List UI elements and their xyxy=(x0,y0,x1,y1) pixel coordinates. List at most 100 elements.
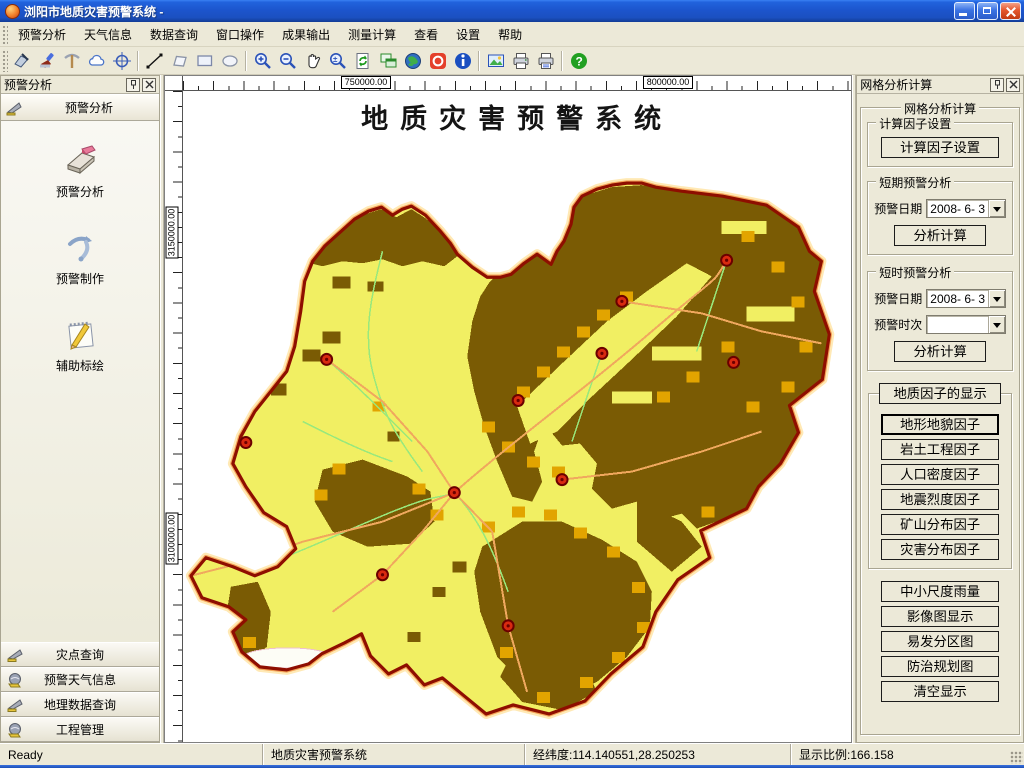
prevention-plan-map-button[interactable]: 防治规划图 xyxy=(881,656,999,677)
minimize-button[interactable] xyxy=(954,2,975,20)
short-time-group: 短时预警分析 预警日期 2008- 6- 3 预警时次 xyxy=(867,271,1013,371)
pick-icon[interactable] xyxy=(59,49,84,73)
status-system-name: 地质灾害预警系统 xyxy=(263,744,525,765)
brush-icon[interactable] xyxy=(34,49,59,73)
item-warning-analysis[interactable]: 预警分析 xyxy=(20,135,140,206)
group-warning-weather-info[interactable]: 预警天气信息 xyxy=(1,667,159,692)
meso-scale-rainfall-button[interactable]: 中小尺度雨量 xyxy=(881,581,999,602)
town-marker xyxy=(377,569,388,580)
menu-grip[interactable] xyxy=(1,24,8,44)
resize-grip[interactable] xyxy=(1010,751,1023,764)
map-edit-icon[interactable] xyxy=(9,49,34,73)
chevron-down-icon[interactable] xyxy=(988,316,1005,333)
menu-warning-analysis[interactable]: 预警分析 xyxy=(9,23,75,46)
chevron-down-icon[interactable] xyxy=(988,200,1005,217)
right-panel-pin-button[interactable] xyxy=(990,78,1004,92)
left-panel-group-header[interactable]: 预警分析 xyxy=(1,94,159,121)
population-density-factor-button[interactable]: 人口密度因子 xyxy=(881,464,999,485)
title-bar: 浏阳市地质灾害预警系统 - xyxy=(0,0,1024,22)
help-icon[interactable]: ? xyxy=(566,49,591,73)
image-map-display-button[interactable]: 影像图显示 xyxy=(881,606,999,627)
toolbar-grip[interactable] xyxy=(1,49,8,72)
mine-distribution-factor-button[interactable]: 矿山分布因子 xyxy=(881,514,999,535)
map-canvas[interactable]: 地质灾害预警系统 xyxy=(183,91,851,742)
short-time-session-combobox[interactable] xyxy=(926,315,1006,334)
menu-measure-calc[interactable]: 测量计算 xyxy=(339,23,405,46)
cloud-icon[interactable] xyxy=(84,49,109,73)
town-marker xyxy=(557,474,568,485)
right-panel-title: 网格分析计算 xyxy=(860,76,988,93)
windows-copy-icon[interactable] xyxy=(375,49,400,73)
grid-analysis-groupbox: 网格分析计算 计算因子设置 计算因子设置 短期预警分析 预警日期 2008- 6… xyxy=(860,107,1020,735)
polygon-tool-icon[interactable] xyxy=(167,49,192,73)
globe-icon[interactable] xyxy=(400,49,425,73)
print-preview-icon[interactable] xyxy=(533,49,558,73)
restore-button[interactable] xyxy=(977,2,998,20)
status-scale: 显示比例:166.158 xyxy=(791,744,1024,765)
svg-text:?: ? xyxy=(575,54,582,68)
item-label: 辅助标绘 xyxy=(56,357,104,374)
left-panel-close-button[interactable] xyxy=(142,78,156,92)
clear-display-button[interactable]: 清空显示 xyxy=(881,681,999,702)
menu-view[interactable]: 查看 xyxy=(405,23,447,46)
rectangle-tool-icon[interactable] xyxy=(192,49,217,73)
zoom-extent-icon[interactable]: ± xyxy=(325,49,350,73)
refresh-icon[interactable] xyxy=(350,49,375,73)
target-icon[interactable] xyxy=(109,49,134,73)
short-term-group: 短期预警分析 预警日期 2008- 6- 3 分析计算 xyxy=(867,181,1013,255)
group-geo-data-query[interactable]: 地理数据查询 xyxy=(1,692,159,717)
image-icon[interactable] xyxy=(483,49,508,73)
short-term-date-combobox[interactable]: 2008- 6- 3 xyxy=(926,199,1006,218)
zoom-out-icon[interactable] xyxy=(275,49,300,73)
item-label: 预警制作 xyxy=(56,270,104,287)
town-marker xyxy=(721,255,732,266)
warning-analysis-book-icon xyxy=(62,141,98,177)
print-icon[interactable] xyxy=(508,49,533,73)
short-term-date-label: 预警日期 xyxy=(874,200,926,217)
geological-map[interactable] xyxy=(183,91,851,742)
zoom-in-icon[interactable] xyxy=(250,49,275,73)
factor-setting-button[interactable]: 计算因子设置 xyxy=(881,137,999,158)
left-panel-header-label: 预警分析 xyxy=(24,99,154,116)
item-warning-produce[interactable]: 预警制作 xyxy=(20,222,140,293)
ruler-corner xyxy=(165,76,183,91)
info-icon[interactable] xyxy=(450,49,475,73)
short-term-analyze-button[interactable]: 分析计算 xyxy=(894,225,986,246)
menu-weather-info[interactable]: 天气信息 xyxy=(75,23,141,46)
susceptibility-zoning-button[interactable]: 易发分区图 xyxy=(881,631,999,652)
short-time-session-value xyxy=(927,316,988,333)
factor-setting-label: 计算因子设置 xyxy=(876,115,954,132)
pan-icon[interactable] xyxy=(300,49,325,73)
group-disaster-point-query[interactable]: 灾点查询 xyxy=(1,642,159,667)
menu-window-ops[interactable]: 窗口操作 xyxy=(207,23,273,46)
factor-display-header-button[interactable]: 地质因子的显示 xyxy=(879,383,1001,404)
disaster-distribution-factor-button[interactable]: 灾害分布因子 xyxy=(881,539,999,560)
ruler-top-label-750000: 750000.00 xyxy=(341,76,391,89)
terrain-factor-button[interactable]: 地形地貌因子 xyxy=(881,414,999,435)
item-aux-plotting[interactable]: 辅助标绘 xyxy=(20,309,140,380)
line-tool-icon[interactable] xyxy=(142,49,167,73)
ellipse-tool-icon[interactable] xyxy=(217,49,242,73)
town-marker xyxy=(240,437,251,448)
menu-help[interactable]: 帮助 xyxy=(489,23,531,46)
close-button[interactable] xyxy=(1000,2,1021,20)
seismic-intensity-factor-button[interactable]: 地震烈度因子 xyxy=(881,489,999,510)
factor-setting-group: 计算因子设置 计算因子设置 xyxy=(867,122,1013,167)
stop-icon[interactable] xyxy=(425,49,450,73)
menu-data-query[interactable]: 数据查询 xyxy=(141,23,207,46)
display-actions: 中小尺度雨量 影像图显示 易发分区图 防治规划图 清空显示 xyxy=(865,581,1015,702)
warning-produce-icon xyxy=(62,228,98,264)
group-project-manage[interactable]: 工程管理 xyxy=(1,717,159,742)
left-panel-pin-button[interactable] xyxy=(126,78,140,92)
menu-settings[interactable]: 设置 xyxy=(447,23,489,46)
ruler-left: 3150000.00 3100000.00 xyxy=(165,91,183,742)
right-panel-close-button[interactable] xyxy=(1006,78,1020,92)
geotech-factor-button[interactable]: 岩土工程因子 xyxy=(881,439,999,460)
menu-result-output[interactable]: 成果输出 xyxy=(273,23,339,46)
short-time-session-label: 预警时次 xyxy=(874,316,926,333)
aux-plotting-notepad-icon xyxy=(62,315,98,351)
short-time-date-combobox[interactable]: 2008- 6- 3 xyxy=(926,289,1006,308)
chevron-down-icon[interactable] xyxy=(988,290,1005,307)
short-time-analyze-button[interactable]: 分析计算 xyxy=(894,341,986,362)
town-marker xyxy=(503,620,514,631)
